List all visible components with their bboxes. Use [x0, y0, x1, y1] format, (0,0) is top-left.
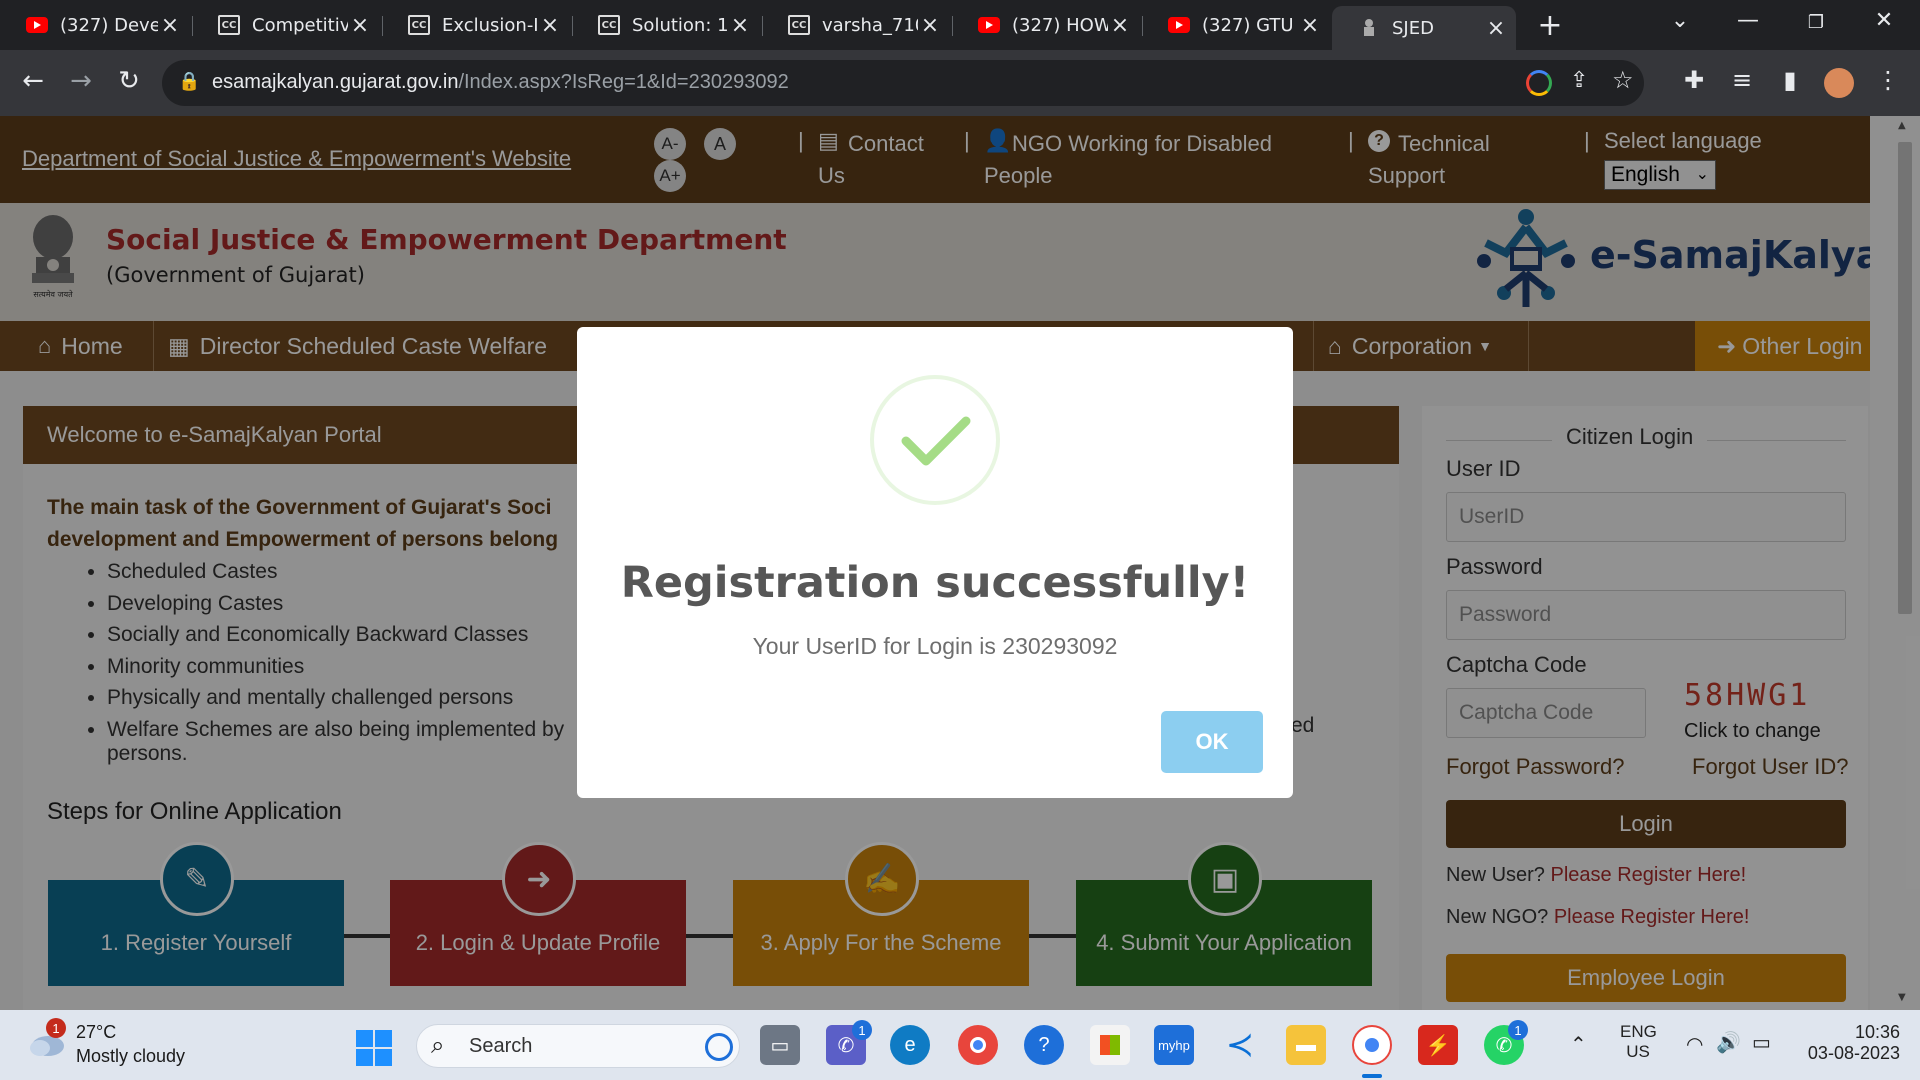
windows-start-icon[interactable]	[356, 1030, 392, 1066]
weather-desc[interactable]: Mostly cloudy	[76, 1046, 185, 1067]
whatsapp-badge: 1	[1508, 1020, 1528, 1040]
cc-icon: CC	[598, 15, 620, 35]
search-icon: ⌕	[431, 1032, 445, 1059]
tab-3[interactable]: CC Exclusion-Ir ×	[382, 6, 570, 44]
acrobat-icon[interactable]: ⚡	[1418, 1025, 1458, 1065]
tab-title: (327) HOW	[1012, 14, 1108, 36]
close-tab-icon[interactable]: ×	[1108, 13, 1132, 38]
weather-badge: 1	[46, 1018, 66, 1038]
cc-icon: CC	[408, 15, 430, 35]
tab-title: Exclusion-Ir	[442, 14, 538, 36]
google-icon[interactable]	[1526, 70, 1552, 96]
tab-title: (327) Devel	[60, 14, 158, 36]
tab-title: Competitive	[252, 14, 348, 36]
taskbar-search-box[interactable]: ⌕ Search	[416, 1024, 740, 1068]
youtube-icon	[1168, 16, 1190, 34]
vscode-icon[interactable]: ≺	[1220, 1025, 1260, 1065]
close-tab-icon[interactable]: ×	[918, 13, 942, 38]
tab-title: varsha_710	[822, 14, 918, 36]
close-tab-icon[interactable]: ×	[158, 13, 182, 38]
tab-1[interactable]: (327) Devel ×	[0, 6, 190, 44]
restore-button[interactable]: ❐	[1796, 12, 1836, 33]
chrome-icon[interactable]	[958, 1025, 998, 1065]
share-icon[interactable]: ⇪	[1570, 68, 1588, 93]
forward-button[interactable]: →	[64, 66, 98, 96]
edge-icon[interactable]: e	[890, 1025, 930, 1065]
tab-title: Solution: 10	[632, 14, 728, 36]
bing-icon	[705, 1033, 733, 1061]
tab-search-icon[interactable]: ⌄	[1660, 8, 1700, 33]
profile-avatar[interactable]	[1824, 68, 1854, 98]
battery-icon[interactable]: ▭	[1752, 1030, 1771, 1055]
address-bar: ← → ↻ 🔒 esamajkalyan.gujarat.gov.in/Inde…	[0, 50, 1920, 116]
teams-badge: 1	[852, 1020, 872, 1040]
tab-title: SJED	[1392, 17, 1434, 39]
dialog-message: Your UserID for Login is 230293092	[752, 633, 1118, 659]
success-check-icon	[870, 375, 1000, 505]
wifi-icon[interactable]: ◠	[1686, 1032, 1703, 1057]
omnibox[interactable]: 🔒 esamajkalyan.gujarat.gov.in/Index.aspx…	[162, 60, 1644, 106]
close-window-button[interactable]: ✕	[1864, 8, 1904, 33]
back-button[interactable]: ←	[16, 66, 50, 96]
tab-title: (327) GTU S	[1202, 14, 1298, 36]
close-tab-icon[interactable]: ×	[538, 13, 562, 38]
weather-temp[interactable]: 27°C	[76, 1022, 116, 1043]
close-tab-icon[interactable]: ×	[348, 13, 372, 38]
tab-2[interactable]: CC Competitive ×	[192, 6, 380, 44]
browser-tab-bar: (327) Devel × CC Competitive × CC Exclus…	[0, 0, 1920, 50]
extensions-icon[interactable]: ✚	[1678, 66, 1710, 94]
tab-6[interactable]: (327) HOW ×	[952, 6, 1140, 44]
show-hidden-icons-icon[interactable]: ⌃	[1570, 1032, 1587, 1057]
cc-icon: CC	[788, 15, 810, 35]
youtube-icon	[26, 16, 48, 34]
close-tab-icon[interactable]: ×	[1298, 13, 1322, 38]
close-tab-icon[interactable]: ×	[1484, 16, 1508, 41]
url-text[interactable]: esamajkalyan.gujarat.gov.in/Index.aspx?I…	[212, 71, 789, 94]
emblem-icon	[1358, 19, 1380, 37]
dialog-title: Registration successfully!	[620, 558, 1250, 608]
menu-icon[interactable]: ⋮	[1872, 66, 1904, 94]
success-dialog: Registration successfully! Your UserID f…	[577, 327, 1293, 798]
tab-8-active[interactable]: SJED ×	[1332, 6, 1516, 50]
close-tab-icon[interactable]: ×	[728, 13, 752, 38]
tab-5[interactable]: CC varsha_710 ×	[762, 6, 950, 44]
ms-store-icon[interactable]	[1090, 1025, 1130, 1065]
file-explorer-icon[interactable]: ▬	[1286, 1025, 1326, 1065]
clock[interactable]: 10:36 03-08-2023	[1800, 1022, 1900, 1064]
windows-taskbar: 1 27°C Mostly cloudy ⌕ Search ▭ ✆ 1 e ? …	[0, 1010, 1920, 1080]
get-help-icon[interactable]: ?	[1024, 1025, 1064, 1065]
minimize-button[interactable]: —	[1728, 8, 1768, 33]
myhp-icon[interactable]: myhp	[1154, 1025, 1194, 1065]
chrome-active-icon[interactable]	[1352, 1025, 1392, 1065]
tab-4[interactable]: CC Solution: 10 ×	[572, 6, 760, 44]
bookmark-star-icon[interactable]: ☆	[1612, 66, 1634, 94]
task-view-icon[interactable]: ▭	[760, 1025, 800, 1065]
media-control-icon[interactable]: ≡	[1726, 66, 1758, 94]
youtube-icon	[978, 16, 1000, 34]
lock-icon[interactable]: 🔒	[178, 71, 200, 92]
reload-button[interactable]: ↻	[112, 66, 146, 96]
search-placeholder: Search	[469, 1035, 533, 1057]
new-tab-button[interactable]: +	[1530, 8, 1570, 43]
volume-icon[interactable]: 🔊	[1716, 1030, 1741, 1055]
language-indicator[interactable]: ENG US	[1620, 1022, 1657, 1062]
active-indicator	[1362, 1074, 1382, 1078]
sidepanel-icon[interactable]: ▮	[1774, 66, 1806, 94]
ok-button[interactable]: OK	[1161, 711, 1263, 773]
cc-icon: CC	[218, 15, 240, 35]
tab-7[interactable]: (327) GTU S ×	[1142, 6, 1330, 44]
